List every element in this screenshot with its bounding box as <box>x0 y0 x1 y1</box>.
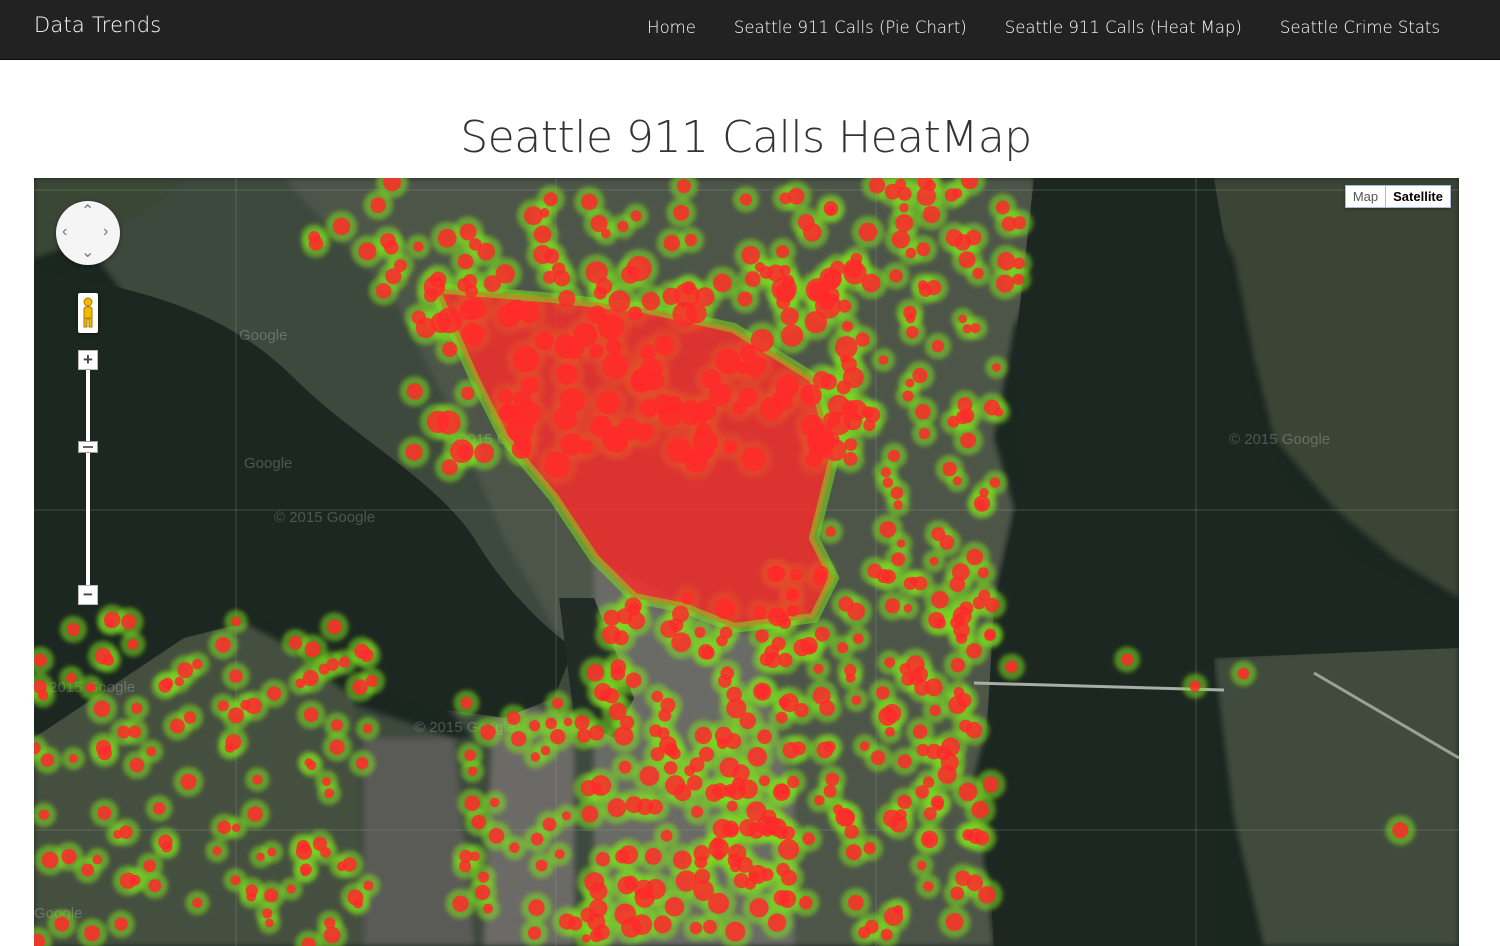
pan-down-icon[interactable]: ⌄ <box>81 245 94 261</box>
watermark-google-5: © 2015 Google <box>1229 431 1330 448</box>
pan-right-icon[interactable]: › <box>103 224 108 240</box>
watermark-google-3: © 2015 Google <box>274 509 375 526</box>
pan-left-icon[interactable]: ‹ <box>62 224 67 240</box>
navbar: Data Trends Home Seattle 911 Calls (Pie … <box>0 0 1500 60</box>
map-type-map-button[interactable]: Map <box>1344 185 1387 208</box>
pan-control-icon[interactable]: ⌃ ⌄ ‹ › <box>56 201 120 265</box>
zoom-in-icon[interactable]: + <box>78 350 98 370</box>
pan-up-icon[interactable]: ⌃ <box>81 204 94 220</box>
nav-pie-chart[interactable]: Seattle 911 Calls (Pie Chart) <box>715 0 986 60</box>
nav-crime-stats[interactable]: Seattle Crime Stats <box>1261 0 1459 60</box>
map-type-satellite-button[interactable]: Satellite <box>1386 185 1451 208</box>
satellite-imagery: Google Google © 2015 Google © 2015 Googl… <box>34 178 1459 946</box>
zoom-out-icon[interactable]: − <box>78 585 98 605</box>
heatmap-map[interactable]: Google Google © 2015 Google © 2015 Googl… <box>34 178 1459 946</box>
pegman-icon[interactable] <box>78 293 98 333</box>
nav-heat-map[interactable]: Seattle 911 Calls (Heat Map) <box>986 0 1261 60</box>
page-title: Seattle 911 Calls HeatMap <box>460 112 1032 163</box>
watermark-google-1: Google <box>239 327 287 344</box>
watermark-google-2: Google <box>244 455 292 472</box>
map-type-control: Map Satellite <box>1344 185 1451 208</box>
brand-link[interactable]: Data Trends <box>34 13 161 37</box>
nav-menu: Home Seattle 911 Calls (Pie Chart) Seatt… <box>628 0 1459 60</box>
nav-home[interactable]: Home <box>628 0 715 60</box>
zoom-slider-track[interactable] <box>86 370 90 585</box>
zoom-slider-handle[interactable] <box>78 441 98 453</box>
